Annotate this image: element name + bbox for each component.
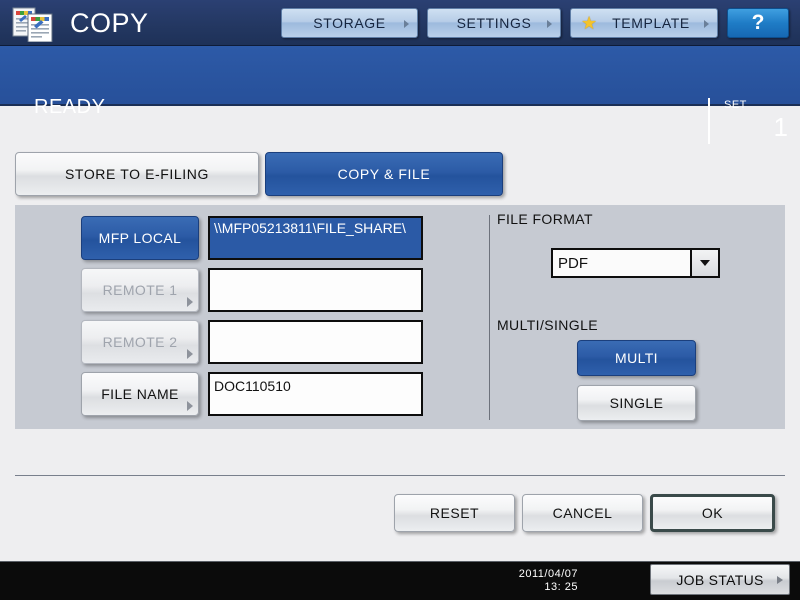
file-name-button[interactable]: FILE NAME xyxy=(81,372,199,416)
time-text: 13: 25 xyxy=(544,581,578,593)
tab-store-to-efiling-label: STORE TO E-FILING xyxy=(64,166,209,182)
chevron-right-icon xyxy=(404,20,409,28)
top-header-bar: COPY STORAGE SETTINGS ★ TEMPLATE ? xyxy=(0,0,800,46)
panel-vertical-divider xyxy=(489,215,490,420)
section-divider xyxy=(15,475,785,476)
settings-button-label: SETTINGS xyxy=(456,15,532,31)
template-button[interactable]: ★ TEMPLATE xyxy=(570,8,718,38)
chevron-right-icon xyxy=(187,349,193,359)
help-button[interactable]: ? xyxy=(727,8,789,38)
file-name-button-label: FILE NAME xyxy=(101,386,179,402)
remote-1-button-label: REMOTE 1 xyxy=(102,282,178,298)
mfp-local-button[interactable]: MFP LOCAL xyxy=(81,216,199,260)
chevron-right-icon xyxy=(704,20,709,28)
job-status-button[interactable]: JOB STATUS xyxy=(650,564,790,595)
cancel-button[interactable]: CANCEL xyxy=(522,494,643,532)
chevron-right-icon xyxy=(777,575,783,584)
status-bar: READY SET 1 xyxy=(0,46,800,144)
remote-2-button-label: REMOTE 2 xyxy=(102,334,178,350)
job-status-button-label: JOB STATUS xyxy=(676,571,764,588)
set-label: SET xyxy=(724,99,747,111)
chevron-down-icon[interactable] xyxy=(690,250,718,276)
chevron-right-icon xyxy=(187,297,193,307)
ok-button[interactable]: OK xyxy=(650,494,775,532)
remote-2-button[interactable]: REMOTE 2 xyxy=(81,320,199,364)
template-button-label: TEMPLATE xyxy=(612,15,690,31)
remote-1-button[interactable]: REMOTE 1 xyxy=(81,268,199,312)
mfp-local-path-field[interactable]: \\MFP05213811\FILE_SHARE\ xyxy=(208,216,423,260)
remote-2-path-field[interactable] xyxy=(208,320,423,364)
tab-copy-and-file-label: COPY & FILE xyxy=(337,166,431,182)
ok-button-label: OK xyxy=(701,505,724,521)
file-format-value: PDF xyxy=(558,254,588,272)
reset-button-label: RESET xyxy=(429,505,480,521)
settings-button[interactable]: SETTINGS xyxy=(427,8,561,38)
status-message: READY xyxy=(34,96,106,118)
tab-copy-and-file[interactable]: COPY & FILE xyxy=(265,152,503,196)
storage-button-label: STORAGE xyxy=(313,15,386,31)
single-button-label: SINGLE xyxy=(609,395,664,411)
reset-button[interactable]: RESET xyxy=(394,494,515,532)
mfp-copy-screen: COPY STORAGE SETTINGS ★ TEMPLATE ? READY… xyxy=(0,0,800,600)
remote-1-path-field[interactable] xyxy=(208,268,423,312)
file-name-field[interactable]: DOC110510 xyxy=(208,372,423,416)
file-format-label: FILE FORMAT xyxy=(497,211,593,227)
multi-button[interactable]: MULTI xyxy=(577,340,696,376)
storage-button[interactable]: STORAGE xyxy=(281,8,418,38)
copy-documents-icon xyxy=(10,6,66,43)
file-format-dropdown[interactable]: PDF xyxy=(551,248,720,278)
multi-button-label: MULTI xyxy=(615,350,658,366)
tab-store-to-efiling[interactable]: STORE TO E-FILING xyxy=(15,152,259,196)
single-button[interactable]: SINGLE xyxy=(577,385,696,421)
chevron-right-icon xyxy=(547,20,552,28)
set-divider xyxy=(708,98,710,144)
datetime-display: 2011/04/07 13: 25 xyxy=(519,568,578,594)
cancel-button-label: CANCEL xyxy=(552,505,613,521)
multi-single-label: MULTI/SINGLE xyxy=(497,317,599,333)
chevron-right-icon xyxy=(187,401,193,411)
star-icon: ★ xyxy=(581,13,598,33)
date-text: 2011/04/07 xyxy=(518,568,578,580)
set-count-value: 1 xyxy=(773,112,788,142)
mfp-local-button-label: MFP LOCAL xyxy=(98,230,182,246)
page-title: COPY xyxy=(70,8,149,38)
